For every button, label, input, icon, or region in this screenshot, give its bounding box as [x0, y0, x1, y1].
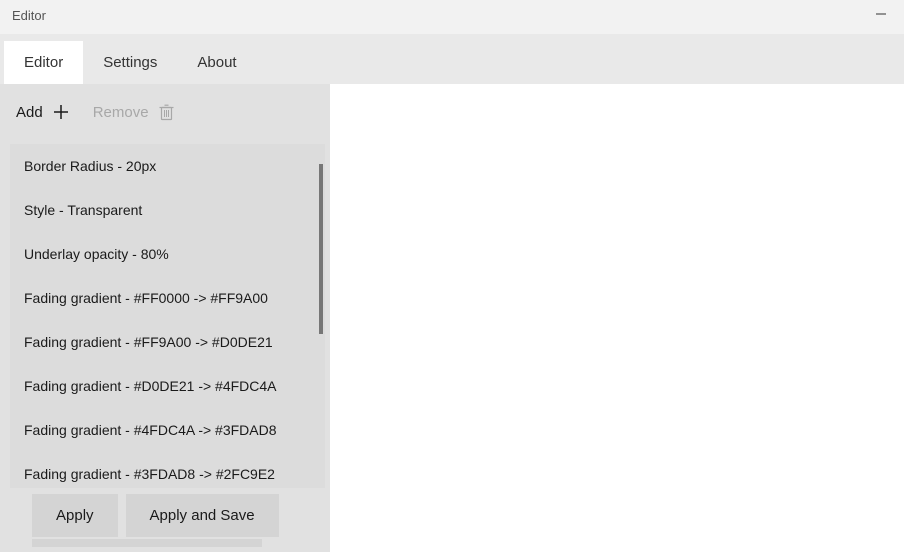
- minimize-icon: [876, 9, 886, 19]
- secondary-button-row: [6, 537, 330, 547]
- partial-button[interactable]: [32, 539, 262, 547]
- minimize-button[interactable]: [858, 0, 904, 28]
- tab-editor[interactable]: Editor: [4, 41, 83, 84]
- content-area: Add Remove Border Radius - 20px Style - …: [0, 84, 904, 552]
- window-controls: [858, 0, 904, 34]
- scrollbar-thumb[interactable]: [319, 164, 323, 334]
- action-button-row: Apply Apply and Save: [6, 492, 330, 537]
- window-title: Editor: [12, 0, 46, 23]
- list-item[interactable]: Fading gradient - #4FDC4A -> #3FDAD8: [10, 408, 325, 452]
- title-bar: Editor: [0, 0, 904, 34]
- side-panel: Add Remove Border Radius - 20px Style - …: [0, 84, 331, 552]
- apply-and-save-button[interactable]: Apply and Save: [126, 494, 279, 537]
- remove-label: Remove: [93, 104, 149, 121]
- property-list-container: Border Radius - 20px Style - Transparent…: [10, 144, 325, 488]
- panel-toolbar: Add Remove: [6, 84, 330, 140]
- property-list[interactable]: Border Radius - 20px Style - Transparent…: [10, 144, 325, 488]
- add-button[interactable]: Add: [16, 104, 69, 121]
- tab-settings[interactable]: Settings: [83, 41, 177, 84]
- list-item[interactable]: Fading gradient - #D0DE21 -> #4FDC4A: [10, 364, 325, 408]
- add-label: Add: [16, 104, 43, 121]
- list-item[interactable]: Fading gradient - #3FDAD8 -> #2FC9E2: [10, 452, 325, 488]
- list-item[interactable]: Border Radius - 20px: [10, 144, 325, 188]
- list-item[interactable]: Fading gradient - #FF0000 -> #FF9A00: [10, 276, 325, 320]
- tab-bar: Editor Settings About: [0, 34, 904, 84]
- list-item[interactable]: Underlay opacity - 80%: [10, 232, 325, 276]
- trash-icon: [159, 104, 174, 121]
- tab-about[interactable]: About: [177, 41, 256, 84]
- list-item[interactable]: Fading gradient - #FF9A00 -> #D0DE21: [10, 320, 325, 364]
- list-item[interactable]: Style - Transparent: [10, 188, 325, 232]
- remove-button[interactable]: Remove: [93, 104, 174, 121]
- main-area: [331, 84, 904, 552]
- apply-button[interactable]: Apply: [32, 494, 118, 537]
- plus-icon: [53, 104, 69, 120]
